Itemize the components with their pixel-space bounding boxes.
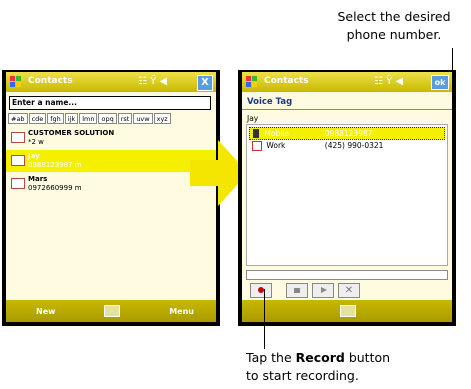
callout-record: Tap the Record button to start recording… <box>246 349 426 385</box>
callout-bottom-line2: to start recording. <box>246 368 359 383</box>
ok-button[interactable]: ok <box>431 75 449 90</box>
voice-tag-heading: Voice Tag <box>247 97 293 107</box>
contact-name-label: Jay <box>247 114 259 123</box>
alpha-tab[interactable]: fgh <box>47 113 64 124</box>
contact-row-selected[interactable]: Jay 0988123987 m <box>6 150 216 172</box>
callout-select-number: Select the desired phone number. <box>319 8 469 44</box>
delete-icon: ✕ <box>344 285 354 296</box>
contact-card-icon <box>11 155 25 166</box>
alpha-tab[interactable]: cde <box>28 113 47 124</box>
work-phone-icon <box>252 141 262 151</box>
contact-name: CUSTOMER SOLUTION <box>28 129 115 137</box>
callout-top-line1: Select the desired <box>337 9 451 24</box>
right-softkey-bar <box>242 300 452 322</box>
status-icons[interactable]: ☷ Ÿ ◀ <box>138 76 167 87</box>
left-app-title: Contacts <box>28 76 73 86</box>
contact-row[interactable]: CUSTOMER SOLUTION *2 w <box>6 127 216 149</box>
contact-card-icon <box>11 132 25 143</box>
recording-progress-bar <box>246 270 448 280</box>
keyboard-icon[interactable] <box>340 305 356 317</box>
contact-card-icon <box>11 178 25 189</box>
windows-start-icon[interactable] <box>245 75 259 89</box>
close-button[interactable]: X <box>197 75 213 91</box>
number-row[interactable]: Work (425) 990-0321 <box>249 140 443 151</box>
left-softkey-bar: New Menu <box>6 300 216 322</box>
alpha-tab[interactable]: opq <box>98 113 117 124</box>
callout-bottom-leader <box>264 289 265 349</box>
left-title-bar: Contacts ☷ Ÿ ◀ X <box>6 72 216 92</box>
number-value: (425) 990-0321 <box>324 141 384 150</box>
delete-button[interactable]: ✕ <box>338 283 360 298</box>
windows-start-icon[interactable] <box>9 75 23 89</box>
alpha-tab[interactable]: #ab <box>8 113 28 124</box>
right-title-bar: Contacts ☷ Ÿ ◀ ok <box>242 72 452 92</box>
contact-detail: 0972660999 m <box>28 184 82 192</box>
record-button[interactable] <box>250 283 272 298</box>
play-icon <box>321 287 327 293</box>
alpha-tabs: #ab cde fgh ijk lmn opq rst uvw xyz <box>8 113 216 124</box>
mobile-phone-icon <box>253 129 259 138</box>
play-button[interactable] <box>312 283 334 298</box>
heading-divider <box>242 109 452 110</box>
alpha-tab[interactable]: rst <box>117 113 133 124</box>
number-label: Work <box>266 141 286 150</box>
search-input[interactable]: Enter a name... <box>9 96 211 110</box>
contact-name: Jay <box>28 152 40 160</box>
contact-detail: *2 w <box>28 138 44 146</box>
contact-name: Mars <box>28 175 48 183</box>
callout-top-line2: phone number. <box>346 27 442 42</box>
alpha-tab[interactable]: lmn <box>79 113 98 124</box>
alpha-tab[interactable]: ijk <box>64 113 79 124</box>
stop-button[interactable] <box>286 283 308 298</box>
number-label: Mobile <box>264 129 289 138</box>
callout-bottom-bold: Record <box>295 350 345 365</box>
keyboard-icon[interactable] <box>104 305 120 317</box>
stop-icon <box>294 288 300 293</box>
number-list: Mobile 0988123987 Work (425) 990-0321 <box>246 124 448 266</box>
status-icons[interactable]: ☷ Ÿ ◀ <box>374 76 403 87</box>
left-phone-screen: Contacts ☷ Ÿ ◀ X Enter a name... #ab cde… <box>2 70 220 326</box>
contact-detail: 0988123987 m <box>28 161 82 169</box>
new-softkey[interactable]: New <box>36 307 56 316</box>
right-app-title: Contacts <box>264 76 309 86</box>
callout-bottom-line1: Tap the Record button <box>246 349 426 367</box>
alpha-tab[interactable]: uvw <box>133 113 153 124</box>
callout-bottom-post: button <box>344 350 391 365</box>
callout-bottom-pre: Tap the <box>246 350 296 365</box>
right-phone-screen: Contacts ☷ Ÿ ◀ ok Voice Tag Jay Mobile 0… <box>238 70 456 326</box>
contact-row[interactable]: Mars 0972660999 m <box>6 173 216 195</box>
menu-softkey[interactable]: Menu <box>169 307 194 316</box>
number-row-selected[interactable]: Mobile 0988123987 <box>249 127 445 140</box>
number-value: 0988123987 <box>324 129 373 138</box>
alpha-tab[interactable]: xyz <box>153 113 171 124</box>
